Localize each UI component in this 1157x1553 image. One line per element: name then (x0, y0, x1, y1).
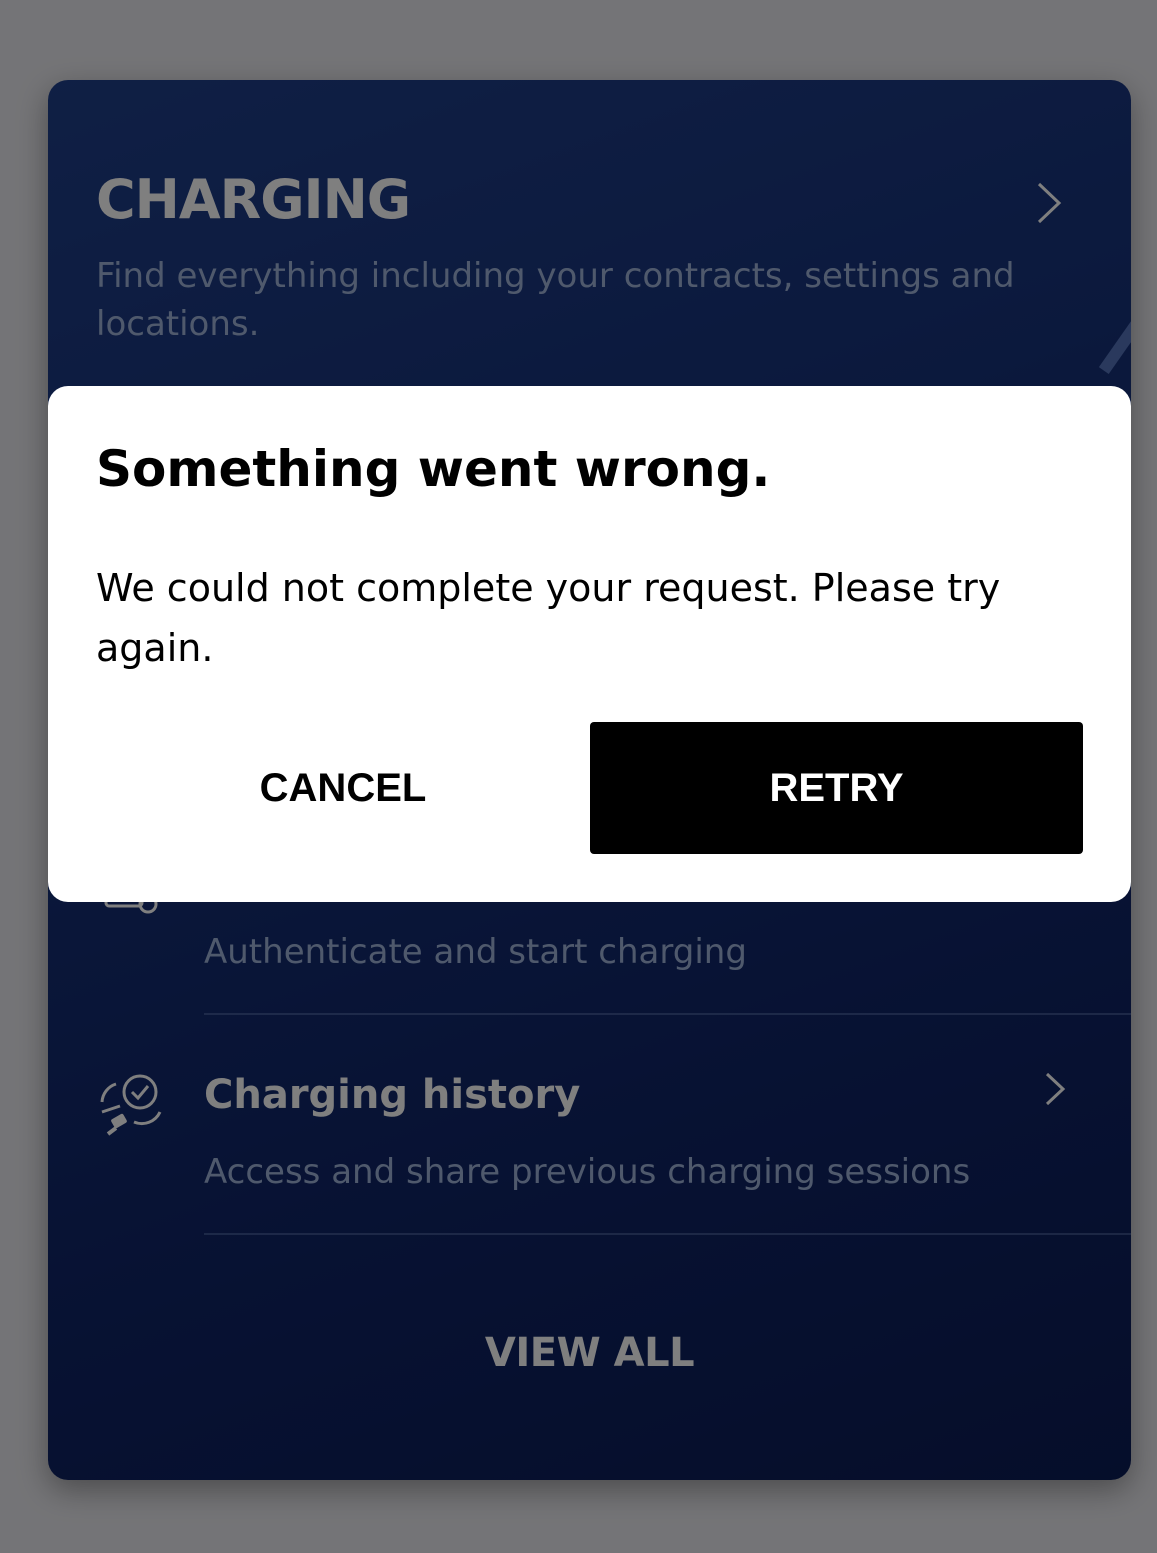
cancel-button[interactable]: CANCEL (96, 722, 590, 854)
error-dialog: Something went wrong. We could not compl… (48, 386, 1131, 902)
dialog-message: We could not complete your request. Plea… (96, 566, 1001, 670)
retry-button[interactable]: RETRY (590, 722, 1083, 854)
dialog-title: Something went wrong. (96, 440, 771, 498)
